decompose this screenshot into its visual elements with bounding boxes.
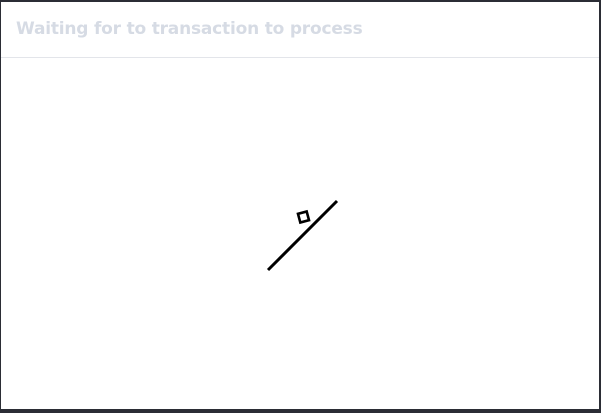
dialog-body (1, 58, 599, 409)
dialog-header: Waiting for to transaction to process (1, 2, 599, 58)
transaction-dialog: Waiting for to transaction to process (1, 2, 599, 409)
loader-square (296, 209, 311, 225)
loading-spinner-icon (266, 199, 339, 272)
dialog-title: Waiting for to transaction to process (16, 19, 363, 39)
